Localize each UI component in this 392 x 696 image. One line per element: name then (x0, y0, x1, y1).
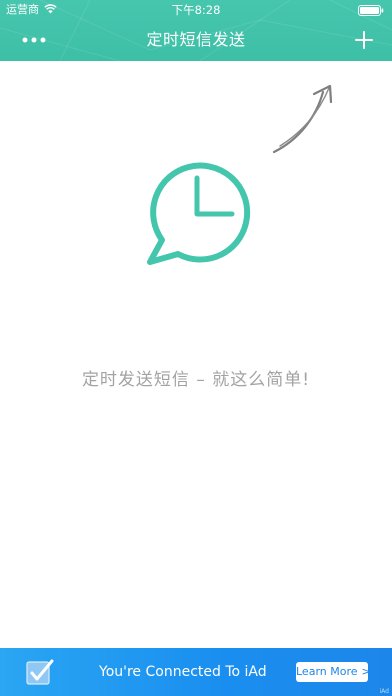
battery-icon (358, 5, 384, 16)
status-time: 下午8:28 (171, 3, 221, 17)
page-title: 定时短信发送 (146, 30, 246, 49)
learn-more-label: Learn More (296, 665, 358, 678)
empty-state-message: 定时发送短信 – 就这么简单! (81, 370, 311, 390)
checkbox-icon (26, 659, 54, 685)
ad-message: You're Connected To iAd (99, 664, 267, 680)
learn-more-button[interactable]: Learn More > (296, 662, 371, 682)
ad-banner[interactable]: You're Connected To iAd Learn More > iAd (0, 648, 392, 696)
add-button[interactable] (352, 28, 376, 52)
status-bar: 运营商 下午8:28 (0, 0, 392, 20)
curved-arrow-icon (272, 84, 333, 154)
navigation-bar: 定时短信发送 (0, 20, 392, 61)
chevron-right-icon: > (361, 665, 371, 678)
iad-logo: iAd (379, 688, 389, 695)
plus-icon (355, 31, 373, 49)
clock-speech-bubble-icon (147, 162, 251, 265)
top-header: 运营商 下午8:28 定时短信发送 (0, 0, 392, 61)
